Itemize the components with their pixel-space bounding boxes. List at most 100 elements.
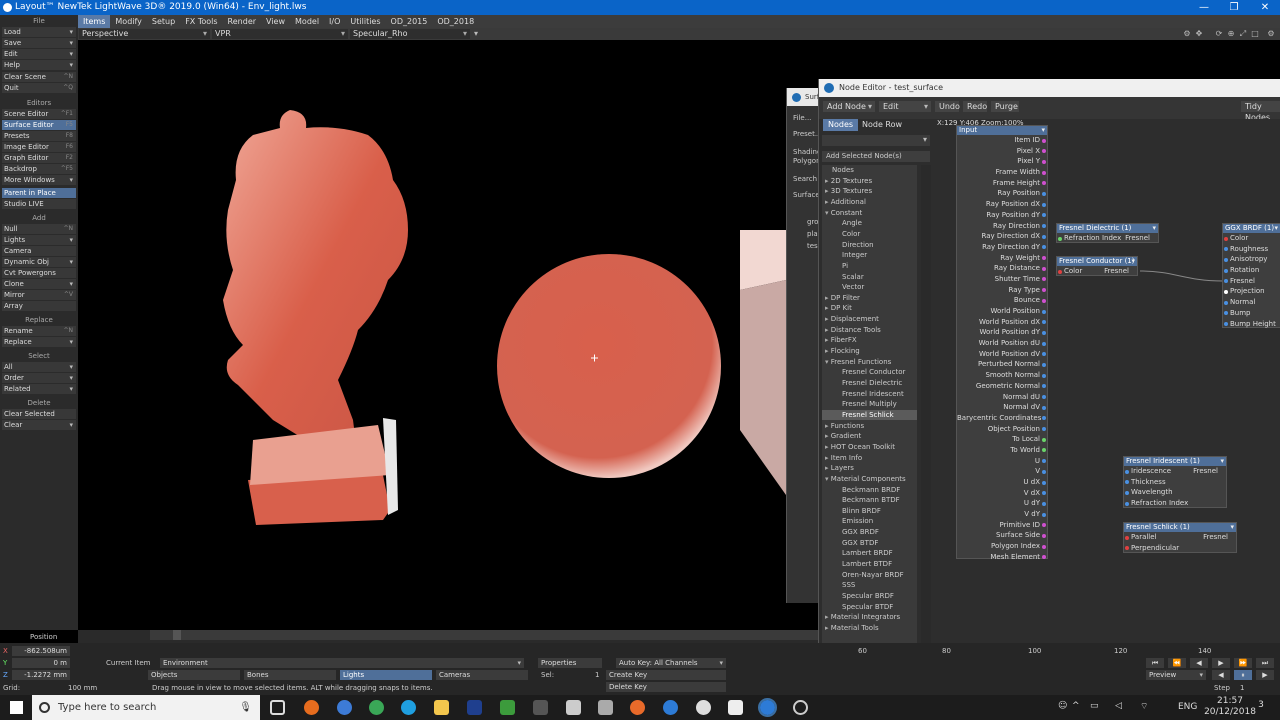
tab-od-2015[interactable]: OD_2015 (386, 15, 433, 28)
node-port[interactable]: V dX (957, 488, 1047, 499)
app-icon[interactable] (663, 700, 678, 715)
node-list-item[interactable]: 2D Textures (822, 176, 917, 186)
port-connector-icon[interactable] (1042, 245, 1046, 250)
input-node[interactable]: InputItem ID Pixel X Pixel Y Frame WidthFra… (956, 125, 1048, 561)
forward-play-button[interactable]: ▶ (1256, 670, 1274, 680)
node-list-item[interactable]: Material Tools (822, 623, 917, 633)
view-type-select[interactable]: Perspective (79, 29, 210, 39)
ggx-brdf-node[interactable]: GGX BRDF (1)Color Roughness Anisotropy Rota… (1222, 223, 1280, 328)
node-port[interactable]: Parallel Fresnel (1124, 532, 1236, 543)
surf-search[interactable]: Search (793, 175, 817, 183)
port-connector-icon[interactable] (1224, 257, 1228, 262)
node-list-item[interactable]: DP Filter (822, 293, 917, 303)
node-list-item[interactable]: SSS (822, 580, 917, 590)
objects-button[interactable]: Objects (148, 670, 240, 680)
play-button[interactable]: ▶ (1212, 658, 1230, 668)
parent-in-place-button[interactable]: Parent in Place (2, 188, 76, 198)
people-icon[interactable]: ☺ (1058, 701, 1067, 711)
node-port[interactable]: Pixel Y (957, 156, 1047, 167)
node-list-item[interactable]: FiberFX (822, 335, 917, 345)
port-connector-icon[interactable] (1042, 384, 1046, 389)
node-list-item[interactable]: Pi (822, 261, 917, 271)
port-connector-icon[interactable] (1042, 202, 1046, 207)
node-list-item[interactable]: Material Integrators (822, 612, 917, 622)
node-list-item[interactable]: GGX BRDF (822, 527, 917, 537)
app-icon[interactable] (696, 700, 711, 715)
node-port[interactable]: Ray Distance (957, 263, 1047, 274)
port-connector-icon[interactable] (1224, 300, 1228, 305)
node-port[interactable]: V (957, 466, 1047, 477)
fresnel-dielectric-header[interactable]: Fresnel Dielectric (1) (1057, 224, 1158, 233)
node-port[interactable]: U dY (957, 498, 1047, 509)
notification-icon[interactable]: 3 (1254, 700, 1268, 714)
port-connector-icon[interactable] (1058, 269, 1062, 274)
port-connector-icon[interactable] (1042, 352, 1046, 357)
bones-button[interactable]: Bones (244, 670, 336, 680)
node-port[interactable]: U (957, 456, 1047, 467)
fresnel-iridescent-header[interactable]: Fresnel Iridescent (1) (1124, 457, 1226, 466)
port-connector-icon[interactable] (1042, 341, 1046, 346)
gear-icon[interactable]: ⚙ (1182, 29, 1192, 39)
port-connector-icon[interactable] (1125, 490, 1129, 495)
node-list[interactable]: Nodes2D Textures3D TexturesAdditionalCon… (822, 165, 917, 643)
wifi-icon[interactable]: ⌔ (1140, 701, 1148, 712)
node-list-item[interactable]: Flocking (822, 346, 917, 356)
node-port[interactable]: Roughness (1223, 244, 1280, 255)
reverse-play-button[interactable]: ◀ (1212, 670, 1230, 680)
add-dynamic-obj-button[interactable]: Dynamic Obj (2, 257, 76, 267)
node-port[interactable]: Frame Height (957, 178, 1047, 189)
node-port[interactable]: Object Position (957, 424, 1047, 435)
graph-editor-button[interactable]: Graph Editor F2 (2, 153, 76, 163)
lights-button[interactable]: Lights (340, 670, 432, 680)
prev-key-button[interactable]: ⏪ (1168, 658, 1186, 668)
node-list-item[interactable]: Layers (822, 463, 917, 473)
node-list-item[interactable]: Specular BRDF (822, 591, 917, 601)
port-connector-icon[interactable] (1042, 191, 1046, 196)
node-list-item[interactable]: Fresnel Conductor (822, 367, 917, 377)
node-port[interactable]: Ray Position dX (957, 199, 1047, 210)
port-connector-icon[interactable] (1224, 289, 1228, 294)
lightwave-taskbar-icon[interactable] (758, 698, 777, 717)
port-connector-icon[interactable] (1042, 149, 1046, 154)
node-list-item[interactable]: Additional (822, 197, 917, 207)
rotate-view-icon[interactable]: ⟳ (1214, 29, 1224, 39)
port-connector-icon[interactable] (1224, 322, 1228, 326)
timeline-slider-handle[interactable] (173, 630, 181, 640)
node-port[interactable]: Ray Direction (957, 221, 1047, 232)
scene-editor-button[interactable]: Scene Editor ^F1 (2, 109, 76, 119)
fresnel-schlick-header[interactable]: Fresnel Schlick (1) (1124, 523, 1236, 532)
node-port[interactable]: Perpendicular (1124, 543, 1236, 554)
port-connector-icon[interactable] (1042, 256, 1046, 261)
array-button[interactable]: Array (2, 301, 76, 311)
node-list-item[interactable]: Direction (822, 240, 917, 250)
node-port[interactable]: World Position dV (957, 349, 1047, 360)
auto-key-select[interactable]: Auto Key: All Channels (616, 658, 726, 668)
port-connector-icon[interactable] (1042, 213, 1046, 218)
clear-button[interactable]: Clear (2, 420, 76, 430)
port-connector-icon[interactable] (1042, 555, 1046, 560)
node-list-item[interactable]: Scalar (822, 272, 917, 282)
node-port[interactable]: Bounce (957, 295, 1047, 306)
surf-list-item[interactable]: pla (807, 230, 818, 238)
fresnel-schlick-node[interactable]: Fresnel Schlick (1)Parallel Fresnel Perpen… (1123, 522, 1237, 553)
node-list-item[interactable]: Oren-Nayar BRDF (822, 570, 917, 580)
tab-od-2018[interactable]: OD_2018 (432, 15, 479, 28)
port-connector-icon[interactable] (1042, 298, 1046, 303)
node-port[interactable]: Perturbed Normal (957, 359, 1047, 370)
photoshop-icon[interactable] (467, 700, 482, 715)
node-port[interactable]: Ray Direction dX (957, 231, 1047, 242)
node-list-item[interactable]: Lambert BRDF (822, 548, 917, 558)
port-connector-icon[interactable] (1125, 535, 1129, 540)
port-connector-icon[interactable] (1042, 501, 1046, 506)
node-port[interactable]: Normal (1223, 297, 1280, 308)
tray-chevron-icon[interactable]: ^ (1072, 701, 1080, 711)
pause-button[interactable]: ⏸ (1234, 670, 1252, 680)
node-port[interactable]: Fresnel (1223, 276, 1280, 287)
tab-items[interactable]: Items (78, 15, 111, 28)
node-port[interactable]: Primitive ID (957, 520, 1047, 531)
node-port[interactable]: U dX (957, 477, 1047, 488)
purge-button[interactable]: Purge (991, 101, 1019, 112)
port-connector-icon[interactable] (1042, 405, 1046, 410)
port-connector-icon[interactable] (1042, 427, 1046, 432)
current-item-select[interactable]: Environment (160, 658, 524, 668)
